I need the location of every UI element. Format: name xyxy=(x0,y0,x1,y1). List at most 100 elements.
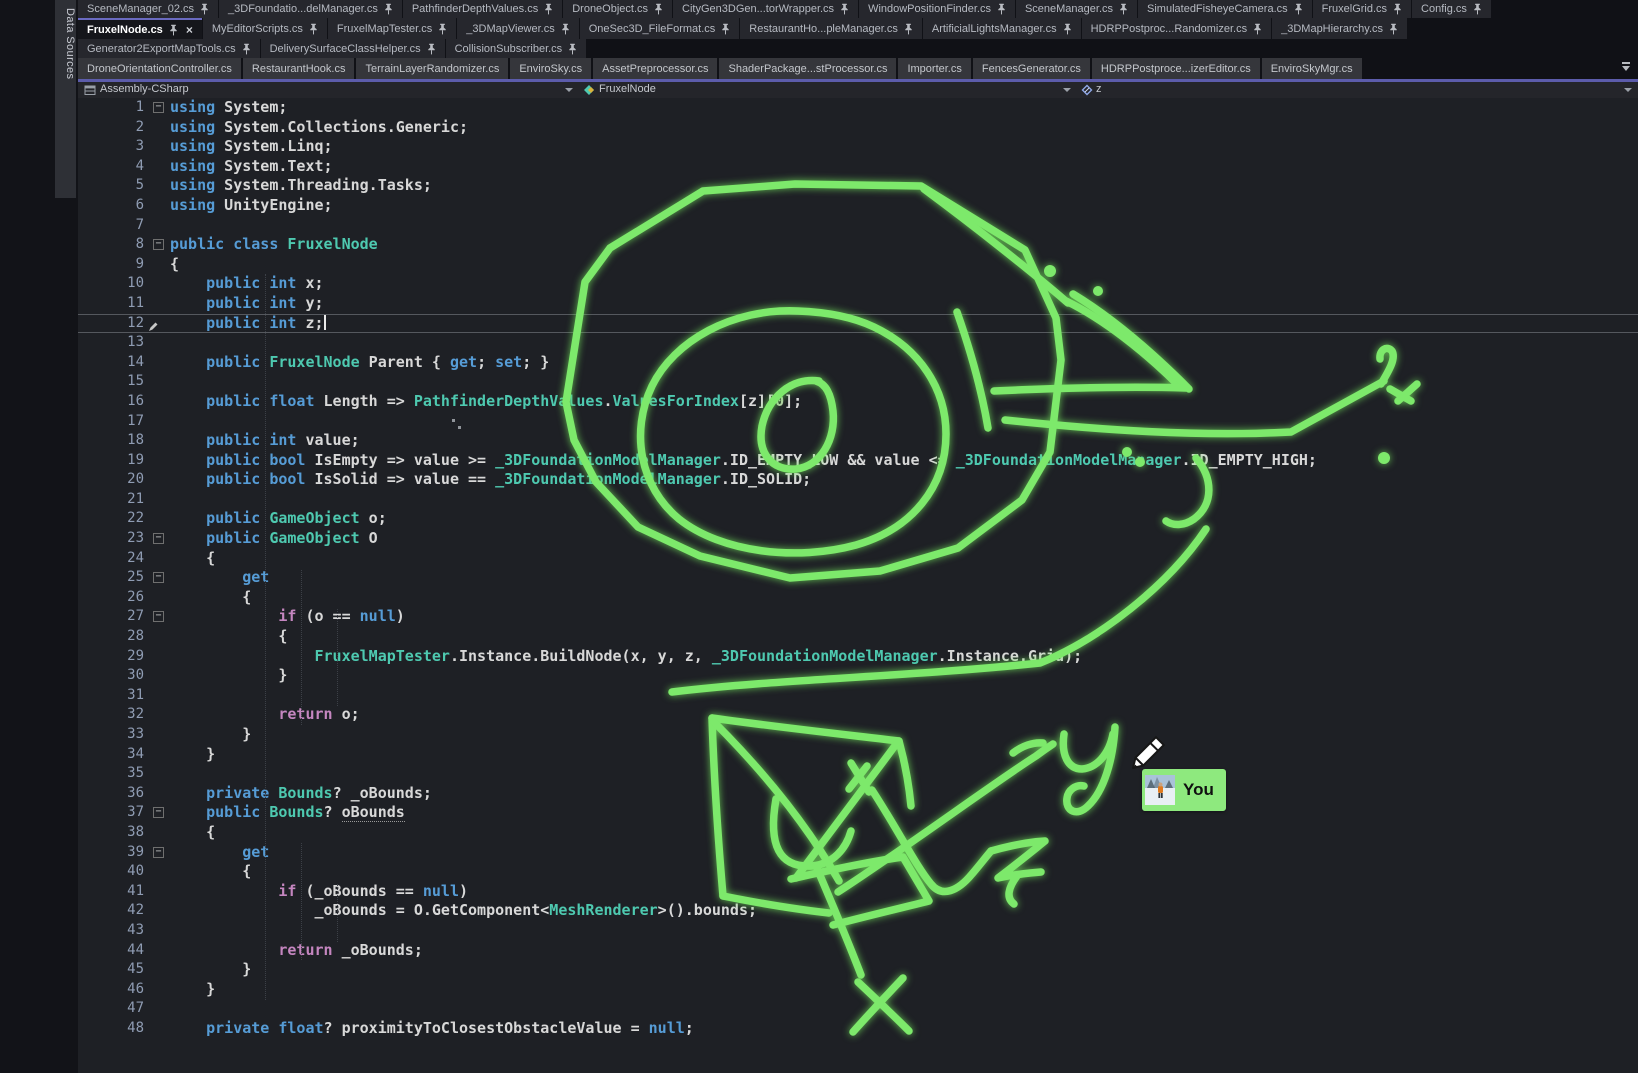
code-text: get xyxy=(170,568,269,588)
fold-marker[interactable] xyxy=(144,235,170,255)
line-number: 4 xyxy=(78,157,144,177)
tab-ArtificialLightsManager.cs[interactable]: ArtificialLightsManager.cs xyxy=(923,18,1081,39)
fold-marker[interactable] xyxy=(144,607,170,627)
tab-EnviroSky.cs[interactable]: EnviroSky.cs xyxy=(510,58,591,79)
code-line-12: 12 public int z; xyxy=(78,314,1638,334)
line-number: 18 xyxy=(78,431,144,451)
gutter-space xyxy=(144,431,170,451)
tab-_3DMapHierarchy.cs[interactable]: _3DMapHierarchy.cs xyxy=(1272,18,1407,39)
line-number: 14 xyxy=(78,353,144,373)
code-text: { xyxy=(170,823,215,843)
tab-overflow-icon[interactable] xyxy=(1620,62,1632,74)
tab-CollisionSubscriber.cs[interactable]: CollisionSubscriber.cs xyxy=(446,39,587,58)
tab-DroneOrientationController.cs[interactable]: DroneOrientationController.cs xyxy=(78,58,241,79)
gutter-space xyxy=(144,315,170,333)
tab-label: DroneOrientationController.cs xyxy=(87,63,232,75)
indent-guide xyxy=(265,274,266,1000)
tab-RestaurantHo...pleManager.cs[interactable]: RestaurantHo...pleManager.cs xyxy=(740,18,922,39)
tab-label: AssetPreprocessor.cs xyxy=(602,63,708,75)
tab-_3DFoundatio...delManager.cs[interactable]: _3DFoundatio...delManager.cs xyxy=(219,0,402,18)
tab-FruxelGrid.cs[interactable]: FruxelGrid.cs xyxy=(1313,0,1411,18)
tab-FencesGenerator.cs[interactable]: FencesGenerator.cs xyxy=(973,58,1090,79)
line-number: 27 xyxy=(78,607,144,627)
code-line-21: 21 xyxy=(78,490,1638,510)
code-text: } xyxy=(170,960,251,980)
line-number: 22 xyxy=(78,509,144,529)
pin-icon xyxy=(840,3,849,15)
tab-HDRPPostproce...izerEditor.cs[interactable]: HDRPPostproce...izerEditor.cs xyxy=(1092,58,1260,79)
gutter-space xyxy=(144,862,170,882)
line-number: 39 xyxy=(78,843,144,863)
fold-marker[interactable] xyxy=(144,529,170,549)
tab-WindowPositionFinder.cs[interactable]: WindowPositionFinder.cs xyxy=(859,0,1015,18)
tab-SceneManager_02.cs[interactable]: SceneManager_02.cs xyxy=(78,0,218,18)
tab-DroneObject.cs[interactable]: DroneObject.cs xyxy=(563,0,672,18)
code-text: private float? proximityToClosestObstacl… xyxy=(170,1019,694,1039)
tab-AssetPreprocessor.cs[interactable]: AssetPreprocessor.cs xyxy=(593,58,717,79)
line-number: 38 xyxy=(78,823,144,843)
close-icon[interactable]: × xyxy=(186,23,193,37)
tab-label: RestaurantHo...pleManager.cs xyxy=(749,23,898,35)
tab-label: WindowPositionFinder.cs xyxy=(868,3,991,15)
breadcrumb-project[interactable]: Assembly-CSharp xyxy=(100,83,189,95)
tab-label: FruxelNode.cs xyxy=(87,24,163,36)
tab-RestaurantHook.cs[interactable]: RestaurantHook.cs xyxy=(243,58,355,79)
chevron-down-icon[interactable] xyxy=(1624,88,1632,92)
code-editor[interactable]: 1using System;2using System.Collections.… xyxy=(78,98,1638,1073)
fold-marker[interactable] xyxy=(144,98,170,118)
tab-Config.cs[interactable]: Config.cs xyxy=(1412,0,1491,18)
breadcrumb-type[interactable]: FruxelNode xyxy=(599,83,656,95)
tab-HDRPPostproc...Randomizer.cs[interactable]: HDRPPostproc...Randomizer.cs xyxy=(1082,18,1272,39)
breadcrumb-member[interactable]: z xyxy=(1096,83,1102,95)
pin-icon xyxy=(169,24,178,36)
tab-MyEditorScripts.cs[interactable]: MyEditorScripts.cs xyxy=(203,18,327,39)
tab-FruxelMapTester.cs[interactable]: FruxelMapTester.cs xyxy=(328,18,456,39)
code-text: return _oBounds; xyxy=(170,941,423,961)
tab-SceneManager.cs[interactable]: SceneManager.cs xyxy=(1016,0,1137,18)
code-text: using System.Text; xyxy=(170,157,333,177)
tab-FruxelNode.cs[interactable]: FruxelNode.cs × xyxy=(78,18,202,39)
tab-EnviroSkyMgr.cs[interactable]: EnviroSkyMgr.cs xyxy=(1262,58,1362,79)
tab-label: CityGen3DGen...torWrapper.cs xyxy=(682,3,834,15)
chevron-down-icon[interactable] xyxy=(565,88,573,92)
line-number: 41 xyxy=(78,882,144,902)
gutter-space xyxy=(144,490,170,510)
remote-cursor-artifact xyxy=(452,419,455,422)
line-number: 6 xyxy=(78,196,144,216)
tab-label: HDRPPostproc...Randomizer.cs xyxy=(1091,23,1248,35)
tab-DeliverySurfaceClassHelper.cs[interactable]: DeliverySurfaceClassHelper.cs xyxy=(261,39,445,58)
tab-label: ArtificialLightsManager.cs xyxy=(932,23,1057,35)
code-text: } xyxy=(170,745,215,765)
tab-Importer.cs[interactable]: Importer.cs xyxy=(898,58,970,79)
code-line-29: 29 FruxelMapTester.Instance.BuildNode(x,… xyxy=(78,647,1638,667)
data-sources-vertical-tab[interactable]: Data Sources xyxy=(55,0,76,198)
pin-icon xyxy=(544,3,553,15)
fold-marker[interactable] xyxy=(144,568,170,588)
tab-CityGen3DGen...torWrapper.cs[interactable]: CityGen3DGen...torWrapper.cs xyxy=(673,0,858,18)
tab-Generator2ExportMapTools.cs[interactable]: Generator2ExportMapTools.cs xyxy=(78,39,260,58)
fold-marker[interactable] xyxy=(144,803,170,823)
line-number: 35 xyxy=(78,764,144,784)
line-number: 26 xyxy=(78,588,144,608)
line-number: 31 xyxy=(78,686,144,706)
tab-label: FruxelGrid.cs xyxy=(1322,3,1387,15)
code-line-26: 26 { xyxy=(78,588,1638,608)
fold-marker[interactable] xyxy=(144,843,170,863)
tab-ShaderPackage...stProcessor.cs[interactable]: ShaderPackage...stProcessor.cs xyxy=(719,58,896,79)
line-number: 19 xyxy=(78,451,144,471)
code-line-47: 47 xyxy=(78,999,1638,1019)
tab-SimulatedFisheyeCamera.cs[interactable]: SimulatedFisheyeCamera.cs xyxy=(1138,0,1312,18)
gutter-space xyxy=(144,941,170,961)
tab-OneSec3D_FileFormat.cs[interactable]: OneSec3D_FileFormat.cs xyxy=(580,18,740,39)
line-number: 45 xyxy=(78,960,144,980)
pin-icon xyxy=(721,23,730,35)
pin-icon xyxy=(1389,23,1398,35)
tab-_3DMapViewer.cs[interactable]: _3DMapViewer.cs xyxy=(457,18,578,39)
tab-TerrainLayerRandomizer.cs[interactable]: TerrainLayerRandomizer.cs xyxy=(356,58,508,79)
code-text: public int y; xyxy=(170,294,324,314)
chevron-down-icon[interactable] xyxy=(1063,88,1071,92)
gutter-space xyxy=(144,686,170,706)
tab-label: FruxelMapTester.cs xyxy=(337,23,432,35)
tab-label: SimulatedFisheyeCamera.cs xyxy=(1147,3,1288,15)
tab-PathfinderDepthValues.cs[interactable]: PathfinderDepthValues.cs xyxy=(403,0,562,18)
